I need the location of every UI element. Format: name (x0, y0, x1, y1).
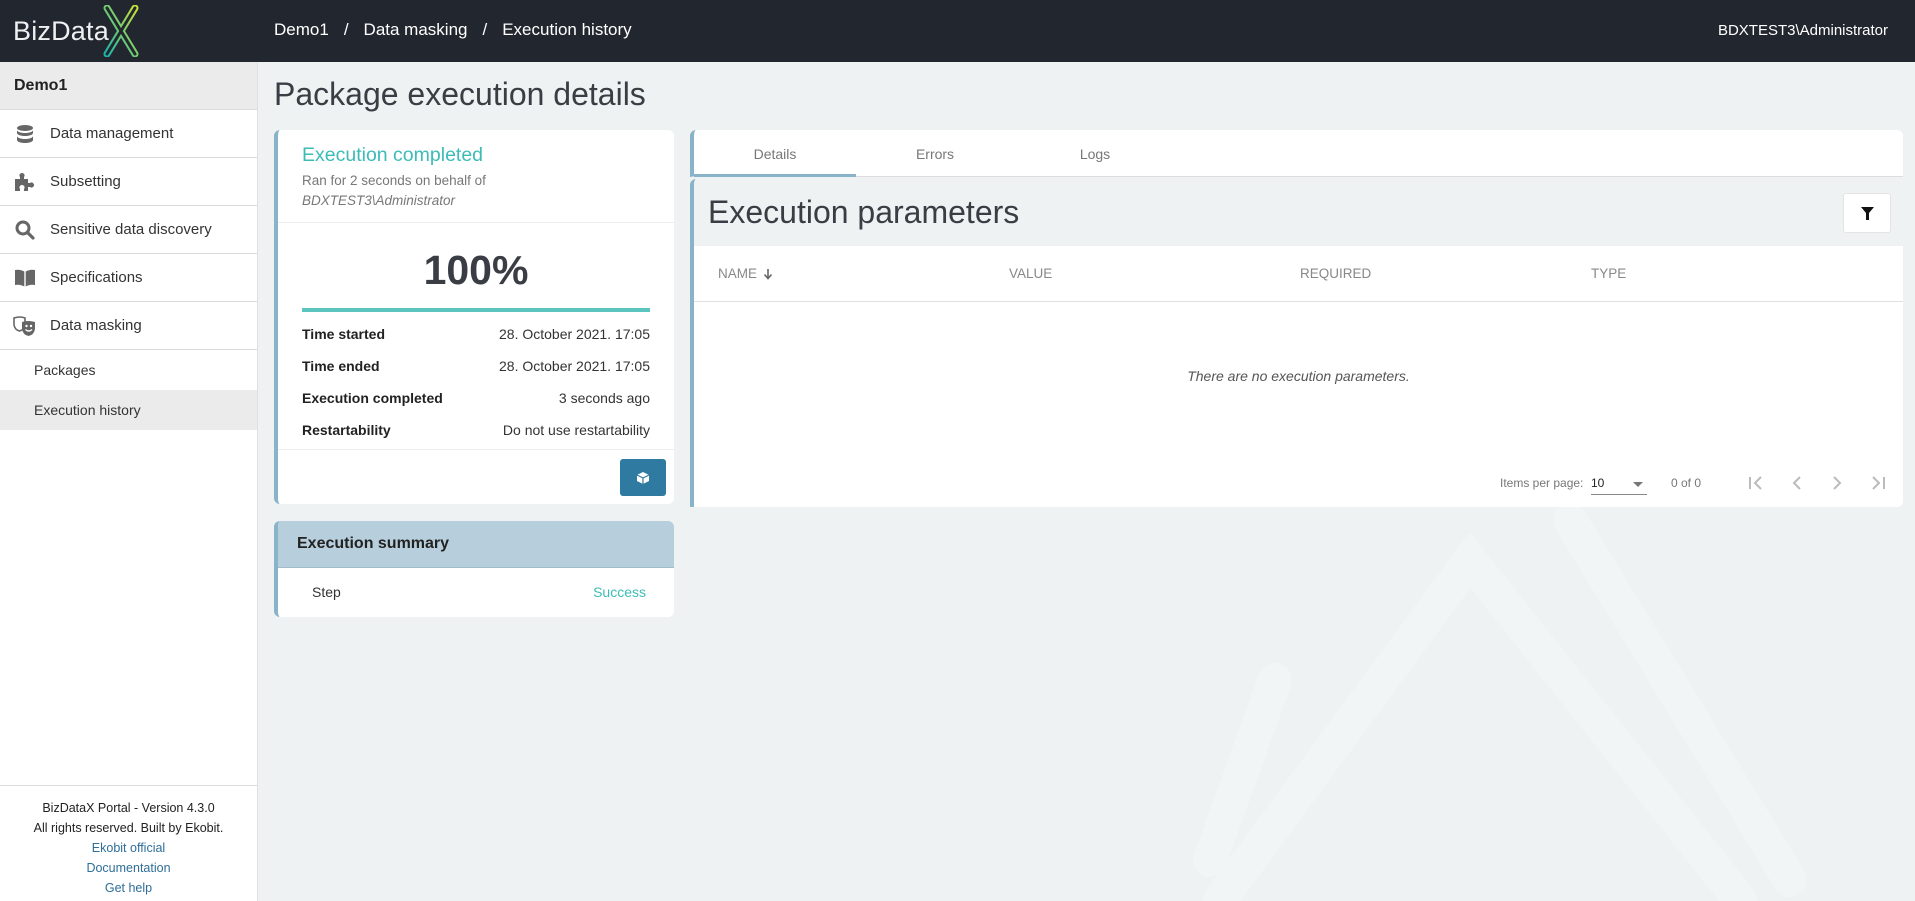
column-header-name[interactable]: NAME (718, 266, 773, 281)
theater-masks-icon (13, 314, 37, 338)
cube-icon (636, 471, 650, 484)
sidebar-item-label: Data masking (50, 317, 142, 334)
detail-key: Time ended (302, 358, 380, 374)
chevron-right-icon (1833, 476, 1842, 490)
column-header-required[interactable]: REQUIRED (1300, 266, 1371, 281)
column-header-label: TYPE (1591, 266, 1627, 281)
sidebar-item-data-masking[interactable]: Data masking (0, 302, 257, 350)
detail-value: 28. October 2021. 17:05 (499, 326, 650, 342)
breadcrumb-project[interactable]: Demo1 (274, 20, 329, 40)
detail-row-time-started: Time started 28. October 2021. 17:05 (302, 318, 650, 350)
puzzle-icon (13, 170, 37, 194)
breadcrumb-separator: / (343, 20, 349, 39)
detail-row-restartability: Restartability Do not use restartability (302, 414, 650, 446)
chevron-left-icon (1792, 476, 1801, 490)
previous-page-button[interactable] (1783, 469, 1811, 497)
items-per-page-select[interactable]: 10 (1591, 473, 1647, 495)
tab-details[interactable]: Details (694, 130, 856, 177)
execution-parameters-title: Execution parameters (708, 194, 1020, 230)
search-icon (13, 218, 37, 242)
summary-step: Step (312, 584, 341, 600)
sidebar-item-label: Data management (50, 125, 174, 142)
page-range-label: 0 of 0 (1671, 476, 1702, 490)
documentation-link[interactable]: Documentation (0, 858, 257, 878)
empty-state-message: There are no execution parameters. (1187, 368, 1410, 384)
progress-bar (302, 308, 650, 312)
sidebar-item-specifications[interactable]: Specifications (0, 254, 257, 302)
column-header-type[interactable]: TYPE (1591, 266, 1626, 281)
sidebar-item-data-management[interactable]: Data management (0, 110, 257, 158)
sidebar-item-label: Specifications (50, 269, 143, 286)
ekobit-official-link[interactable]: Ekobit official (0, 838, 257, 858)
execution-parameters-panel: Execution parameters NAME VALUE REQUIRED… (690, 179, 1903, 507)
items-per-page-label: Items per page: (1500, 476, 1584, 490)
column-header-label: VALUE (1009, 266, 1053, 281)
tab-errors[interactable]: Errors (854, 130, 1016, 177)
table-header: NAME VALUE REQUIRED TYPE (694, 246, 1903, 302)
top-bar: BizData Demo1 / Data masking / Execution… (0, 0, 1915, 62)
rights-text: All rights reserved. Built by Ekobit. (33, 821, 224, 835)
sidebar-project[interactable]: Demo1 (0, 62, 257, 110)
detail-row-execution-completed: Execution completed 3 seconds ago (302, 382, 650, 414)
breadcrumb-execution-history[interactable]: Execution history (502, 20, 631, 40)
detail-value: Do not use restartability (502, 422, 650, 438)
sidebar-footer: BizDataX Portal - Version 4.3.0 All righ… (0, 785, 257, 901)
execution-status-subtitle: Ran for 2 seconds on behalf of (302, 173, 486, 188)
execution-summary-title: Execution summary (278, 521, 674, 568)
next-page-button[interactable] (1823, 469, 1851, 497)
detail-value: 28. October 2021. 17:05 (499, 358, 650, 374)
first-page-icon (1749, 476, 1762, 490)
execution-status-card: Execution completed Ran for 2 seconds on… (274, 130, 674, 504)
breadcrumb: Demo1 / Data masking / Execution history (274, 20, 632, 40)
last-page-icon (1872, 476, 1885, 490)
logo-x-mark-icon (103, 5, 139, 57)
sidebar-item-label: Subsetting (50, 173, 121, 190)
open-package-button[interactable] (620, 459, 666, 496)
detail-row-time-ended: Time ended 28. October 2021. 17:05 (302, 350, 650, 382)
dropdown-caret-icon (1633, 482, 1643, 487)
progress-percent: 100% (423, 247, 529, 293)
items-per-page-value: 10 (1591, 476, 1605, 490)
database-icon (13, 122, 37, 146)
version-text: BizDataX Portal - Version 4.3.0 (42, 801, 215, 815)
logo[interactable]: BizData (13, 4, 139, 58)
sidebar-subitem-packages[interactable]: Packages (0, 350, 257, 390)
sidebar-item-label: Sensitive data discovery (50, 221, 212, 238)
sidebar-subitem-execution-history[interactable]: Execution history (0, 390, 257, 430)
filter-button[interactable] (1843, 193, 1891, 233)
detail-key: Time started (302, 326, 385, 342)
detail-key: Restartability (302, 422, 391, 438)
execution-details-list: Time started 28. October 2021. 17:05 Tim… (302, 318, 650, 446)
summary-status: Success (593, 584, 646, 600)
column-header-value[interactable]: VALUE (1009, 266, 1052, 281)
summary-row: Step Success (278, 568, 674, 616)
sidebar-item-subsetting[interactable]: Subsetting (0, 158, 257, 206)
sidebar-item-sensitive-data-discovery[interactable]: Sensitive data discovery (0, 206, 257, 254)
book-icon (13, 266, 37, 290)
detail-value: 3 seconds ago (558, 390, 650, 406)
column-header-label: REQUIRED (1300, 266, 1372, 281)
detail-key: Execution completed (302, 390, 443, 406)
first-page-button[interactable] (1743, 469, 1771, 497)
tabs-bar: Details Errors Logs (690, 130, 1903, 177)
breadcrumb-data-masking[interactable]: Data masking (364, 20, 468, 40)
execution-user: BDXTEST3\Administrator (302, 193, 456, 208)
execution-status-title: Execution completed (302, 144, 484, 166)
execution-summary-card: Execution summary Step Success (274, 521, 674, 617)
page-title: Package execution details (274, 76, 646, 112)
get-help-link[interactable]: Get help (0, 878, 257, 898)
breadcrumb-separator: / (482, 20, 488, 39)
tab-logs[interactable]: Logs (1014, 130, 1176, 177)
logo-text: BizData (13, 15, 109, 46)
last-page-button[interactable] (1863, 469, 1891, 497)
sort-arrow-down-icon (763, 268, 773, 280)
sidebar: Demo1 Data management Subsetting Sensiti… (0, 62, 258, 901)
column-header-label: NAME (718, 266, 758, 281)
filter-icon (1860, 206, 1874, 220)
progress-bar-fill (302, 308, 650, 312)
user-menu[interactable]: BDXTEST3\Administrator (1718, 22, 1888, 39)
